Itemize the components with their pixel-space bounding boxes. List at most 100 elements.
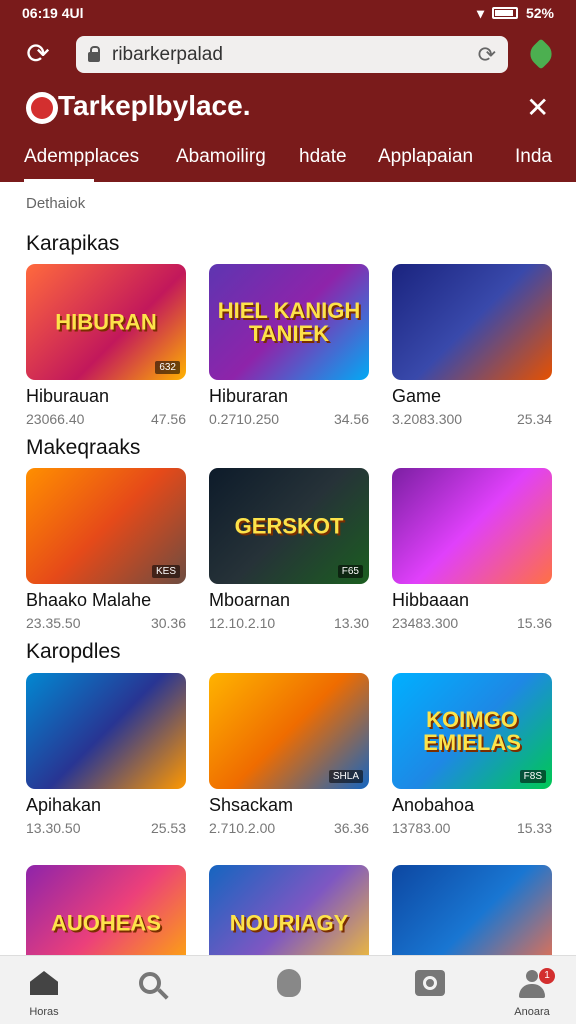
refresh-icon[interactable]: ⟳ <box>478 42 496 68</box>
thumbnail-art-text: GERSKOT <box>234 513 344 539</box>
product-price: 36.36 <box>333 820 369 836</box>
address-bar[interactable]: ribarkerpalad ⟳ <box>76 36 508 73</box>
search-icon <box>139 972 161 994</box>
product-meta: 23066.40 47.56 <box>26 411 186 427</box>
product-price: 15.36 <box>516 615 552 631</box>
product-thumbnail[interactable] <box>392 264 552 380</box>
product-thumbnail[interactable]: KOIMGO EMIELAS F8S <box>392 673 552 789</box>
product-title[interactable]: Shsackam <box>209 795 369 816</box>
thumbnail-badge: 632 <box>155 361 180 374</box>
product-card[interactable]: SHLA Shsackam 2.710.2.00 36.36 <box>209 673 369 836</box>
tab-4[interactable]: Applapaian <box>378 146 473 168</box>
product-id: 0.2710.250 <box>209 411 280 427</box>
product-thumbnail[interactable]: HIBURAN 632 <box>26 264 186 380</box>
product-id: 3.2083.300 <box>392 411 463 427</box>
section-title-1: Karapikas <box>26 232 120 255</box>
tab-5[interactable]: Inda <box>515 146 552 168</box>
product-meta: 13.30.50 25.53 <box>26 820 186 836</box>
thumbnail-badge: F65 <box>337 565 363 578</box>
bottom-navigation: Horas 1 Anoara <box>0 955 576 1024</box>
nav-home-label: Horas <box>29 1006 59 1018</box>
nav-search[interactable] <box>118 966 182 1000</box>
product-thumbnail[interactable]: HIEL KANIGH TANIEK <box>209 264 369 380</box>
product-id: 23483.300 <box>392 615 459 631</box>
tab-1[interactable]: Adempplaces <box>24 146 139 168</box>
thumbnail-art-text: NOURIAGY <box>229 910 349 936</box>
product-price: 15.33 <box>516 820 552 836</box>
status-icons: ▾ 52% <box>477 5 554 22</box>
thumbnail-badge: KES <box>151 565 180 578</box>
thumbnail-badge: SHLA <box>328 770 363 783</box>
product-price: 25.34 <box>516 411 552 427</box>
reload-icon[interactable]: ⟳ <box>22 38 54 70</box>
product-title[interactable]: Anobahoa <box>392 795 552 816</box>
nav-camera[interactable] <box>398 966 462 1000</box>
product-card[interactable]: GERSKOT F65 Mboarnan 12.10.2.10 13.30 <box>209 468 369 631</box>
tab-2[interactable]: Abamoilirg <box>176 146 266 168</box>
logo-icon <box>26 92 58 124</box>
brand-title: Tarkeplbylace. <box>58 90 251 121</box>
app-header: 06:19 4Ul ▾ 52% ⟳ ribarkerpalad ⟳ Tarkep… <box>0 0 576 182</box>
product-meta: 23483.300 15.36 <box>392 615 552 631</box>
status-time: 06:19 4Ul <box>22 5 84 21</box>
battery-icon <box>491 7 518 19</box>
product-thumbnail[interactable] <box>392 468 552 584</box>
tab-3[interactable]: hdate <box>299 146 347 168</box>
notification-badge: 1 <box>539 968 555 984</box>
product-card[interactable]: Hibbaaan 23483.300 15.36 <box>392 468 552 631</box>
product-card[interactable]: KES Bhaako Malahe 23.35.50 30.36 <box>26 468 186 631</box>
product-meta: 3.2083.300 25.34 <box>392 411 552 427</box>
battery-level: 52% <box>525 5 554 21</box>
product-meta: 0.2710.250 34.56 <box>209 411 369 427</box>
thumbnail-art-text: KOIMGO EMIELAS <box>423 706 521 755</box>
section-title-2: Makeqraaks <box>26 436 141 459</box>
thumbnail-badge: F8S <box>519 770 546 783</box>
product-meta: 2.710.2.00 36.36 <box>209 820 369 836</box>
product-price: 30.36 <box>150 615 186 631</box>
product-title[interactable]: Hiburauan <box>26 386 186 407</box>
thumbnail-art-text: AUOHEAS <box>50 910 161 936</box>
home-icon <box>30 971 58 995</box>
camera-icon <box>415 970 445 996</box>
product-thumbnail[interactable]: SHLA <box>209 673 369 789</box>
product-card[interactable]: Game 3.2083.300 25.34 <box>392 264 552 427</box>
product-card[interactable]: KOIMGO EMIELAS F8S Anobahoa 13783.00 15.33 <box>392 673 552 836</box>
product-id: 13783.00 <box>392 820 451 836</box>
product-thumbnail[interactable]: GERSKOT F65 <box>209 468 369 584</box>
share-icon[interactable] <box>525 38 557 70</box>
wifi-icon: ▾ <box>476 4 484 21</box>
nav-account[interactable]: 1 Anoara <box>500 966 564 1018</box>
product-meta: 13783.00 15.33 <box>392 820 552 836</box>
product-id: 2.710.2.00 <box>209 820 276 836</box>
close-icon[interactable]: ✕ <box>526 92 549 124</box>
nav-account-label: Anoara <box>514 1006 550 1018</box>
product-meta: 23.35.50 30.36 <box>26 615 186 631</box>
nav-home[interactable]: Horas <box>12 966 76 1018</box>
product-thumbnail[interactable] <box>26 673 186 789</box>
section-title-3: Karopdles <box>26 640 121 663</box>
tab-indicator <box>24 179 94 182</box>
nav-shield[interactable] <box>257 966 321 1000</box>
product-id: 23.35.50 <box>26 615 81 631</box>
product-title[interactable]: Apihakan <box>26 795 186 816</box>
product-thumbnail[interactable]: KES <box>26 468 186 584</box>
shield-icon <box>277 969 301 997</box>
status-bar: 06:19 4Ul ▾ 52% <box>0 0 576 26</box>
product-id: 13.30.50 <box>26 820 81 836</box>
product-card[interactable]: HIEL KANIGH TANIEK Hiburaran 0.2710.250 34.… <box>209 264 369 427</box>
product-price: 34.56 <box>333 411 369 427</box>
product-title[interactable]: Game <box>392 386 552 407</box>
product-card[interactable]: HIBURAN 632 Hiburauan 23066.40 47.56 <box>26 264 186 427</box>
product-title[interactable]: Hiburaran <box>209 386 369 407</box>
url-text[interactable]: ribarkerpalad <box>112 44 478 66</box>
product-title[interactable]: Bhaako Malahe <box>26 590 186 611</box>
product-id: 12.10.2.10 <box>209 615 276 631</box>
product-title[interactable]: Hibbaaan <box>392 590 552 611</box>
browser-toolbar: ⟳ ribarkerpalad ⟳ <box>0 36 576 74</box>
lock-icon <box>88 45 100 62</box>
product-price: 13.30 <box>333 615 369 631</box>
brand-row: Tarkeplbylace. ✕ <box>0 88 576 128</box>
product-title[interactable]: Mboarnan <box>209 590 369 611</box>
product-card[interactable]: Apihakan 13.30.50 25.53 <box>26 673 186 836</box>
thumbnail-art-text: HIBURAN <box>55 309 157 335</box>
